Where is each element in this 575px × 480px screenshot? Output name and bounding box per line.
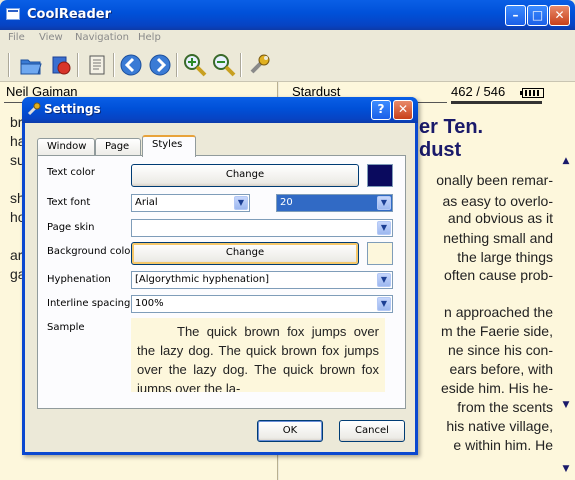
background-color-label: Background color: [47, 246, 135, 257]
page-text-line: eside him. His he-: [440, 380, 553, 396]
text-color-swatch[interactable]: [367, 164, 393, 187]
sample-text: The quick brown fox jumps over the lazy …: [137, 324, 379, 392]
page-text-line: e within him. He: [453, 437, 553, 453]
app-window-icon: [6, 8, 20, 20]
toolbar-separator: [113, 53, 115, 77]
settings-dialog: Settings ? ✕ Window Page Styles Text col…: [22, 97, 418, 455]
menu-help[interactable]: Help: [138, 32, 161, 43]
toolbar-separator: [8, 53, 10, 77]
table-of-contents-icon[interactable]: [84, 52, 110, 78]
styles-tab-panel: Text color Change Text font Arial ▼ 20 ▼…: [37, 155, 406, 409]
text-size-select[interactable]: 20 ▼: [276, 194, 393, 212]
dialog-close-button[interactable]: ✕: [393, 100, 413, 120]
page-text-line: br: [10, 114, 23, 130]
back-arrow-icon[interactable]: [118, 52, 144, 78]
chapter-subtitle: dust: [419, 139, 462, 161]
interline-spacing-select[interactable]: 100% ▼: [131, 295, 393, 313]
reading-progress-bar: [451, 101, 543, 104]
recent-books-icon[interactable]: [48, 52, 74, 78]
forward-arrow-icon[interactable]: [147, 52, 173, 78]
ok-button[interactable]: OK: [257, 420, 323, 442]
text-font-label: Text font: [47, 197, 91, 208]
page-indicator: 462 / 546: [451, 84, 506, 99]
window-title: CoolReader: [27, 7, 111, 22]
toolbar: [0, 48, 575, 82]
page-text-line: n approached the: [444, 304, 553, 320]
interline-spacing-value: 100%: [135, 298, 164, 309]
chevron-down-icon: ▼: [377, 273, 391, 287]
interline-spacing-label: Interline spacing: [47, 298, 131, 309]
zoom-in-icon[interactable]: [182, 52, 208, 78]
page-text-line: ears before, with: [449, 361, 554, 377]
text-font-value: Arial: [135, 197, 158, 208]
scroll-down-icon[interactable]: ▼: [561, 400, 571, 410]
toolbar-separator: [176, 53, 178, 77]
chevron-down-icon: ▼: [377, 196, 391, 210]
zoom-out-icon[interactable]: [211, 52, 237, 78]
hyphenation-select[interactable]: [Algorythmic hyphenation] ▼: [131, 271, 393, 289]
page-text-line: ne since his con-: [447, 342, 553, 358]
tab-styles[interactable]: Styles: [142, 135, 196, 157]
main-titlebar[interactable]: CoolReader – □ ✕: [0, 0, 575, 30]
sample-text-preview: The quick brown fox jumps over the lazy …: [131, 318, 385, 392]
cancel-button[interactable]: Cancel: [339, 420, 405, 442]
scroll-up-icon[interactable]: ▲: [561, 156, 571, 166]
open-folder-icon[interactable]: [18, 52, 44, 78]
page-text-line: the large things: [457, 249, 553, 265]
sample-label: Sample: [47, 322, 85, 333]
battery-icon: [520, 88, 544, 98]
tab-window[interactable]: Window: [37, 138, 95, 156]
minimize-button[interactable]: –: [505, 5, 526, 26]
menu-view[interactable]: View: [39, 32, 63, 43]
page-text-line: and obvious as it: [447, 210, 553, 226]
menu-file[interactable]: File: [8, 32, 25, 43]
scroll-down-icon[interactable]: ▼: [561, 464, 571, 474]
page-text-line: ar: [10, 247, 23, 263]
background-color-change-button[interactable]: Change: [131, 242, 359, 265]
page-skin-select[interactable]: ▼: [131, 219, 393, 237]
chapter-title: er Ten.: [419, 116, 484, 138]
text-font-select[interactable]: Arial ▼: [131, 194, 250, 212]
dialog-help-button[interactable]: ?: [371, 100, 391, 120]
tab-page[interactable]: Page: [95, 138, 141, 156]
page-text-line: often cause prob-: [444, 267, 553, 283]
text-color-change-button[interactable]: Change: [131, 164, 359, 187]
chevron-down-icon: ▼: [377, 297, 391, 311]
background-color-swatch[interactable]: [367, 242, 393, 265]
menu-navigation[interactable]: Navigation: [75, 32, 129, 43]
chevron-down-icon: ▼: [377, 221, 391, 235]
text-color-label: Text color: [47, 167, 96, 178]
page-skin-label: Page skin: [47, 222, 95, 233]
toolbar-separator: [77, 53, 79, 77]
dialog-titlebar[interactable]: Settings ? ✕: [22, 97, 418, 123]
chevron-down-icon: ▼: [234, 196, 248, 210]
settings-wrench-icon[interactable]: [246, 52, 272, 78]
page-text-line: as easy to overlo-: [442, 193, 554, 209]
menu-bar: File View Navigation Help: [0, 30, 575, 48]
dialog-title: Settings: [44, 102, 101, 116]
settings-wrench-icon: [27, 102, 41, 116]
maximize-button[interactable]: □: [527, 5, 548, 26]
page-text-line: nething small and: [443, 230, 553, 246]
text-size-value: 20: [280, 197, 293, 208]
page-text-line: from the scents: [457, 399, 553, 415]
page-text-line: his native village,: [446, 418, 553, 434]
hyphenation-label: Hyphenation: [47, 274, 111, 285]
page-text-line: onally been remar-: [436, 172, 553, 188]
toolbar-separator: [240, 53, 242, 77]
close-button[interactable]: ✕: [549, 5, 570, 26]
hyphenation-value: [Algorythmic hyphenation]: [135, 274, 270, 285]
page-text-line: m the Faerie side,: [440, 323, 553, 339]
